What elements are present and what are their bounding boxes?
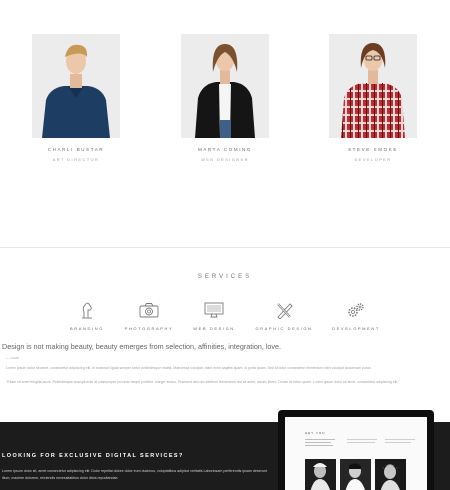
team-member-photo — [181, 34, 269, 138]
screen-text-line — [305, 445, 333, 446]
laptop-screen-title: HEY YOU — [305, 431, 326, 435]
horse-head-icon — [82, 302, 92, 319]
pencil-ruler-icon — [277, 303, 293, 319]
laptop-mockup: HEY YOU — [278, 410, 434, 490]
team-member-card[interactable]: STEVE SMOKE DEVELOPER — [329, 34, 417, 162]
screen-text-line — [347, 442, 375, 443]
team-member-card[interactable]: MARTA COMING WEB DESIGNER — [181, 34, 269, 162]
service-label: WEB DESIGN — [193, 326, 235, 331]
gears-icon — [348, 303, 364, 317]
screen-text-line — [347, 439, 377, 440]
cta-title: LOOKING FOR EXCLUSIVE DIGITAL SERVICES? — [2, 453, 184, 459]
screen-thumbnail — [305, 459, 336, 490]
team-member-role: DEVELOPER — [354, 157, 392, 162]
service-label: GRAPHIC DESIGN — [255, 326, 313, 331]
about-small-label: — Louis — [6, 356, 19, 360]
team-section: CHARLI BUSTAR ART DIRECTOR MARTA COMING … — [0, 0, 450, 248]
service-web-design[interactable]: WEB DESIGN — [176, 301, 252, 331]
about-paragraph: Lorem ipsum dolor sit amet, consectetur … — [6, 366, 372, 370]
team-member-name: MARTA COMING — [197, 147, 253, 152]
screen-text-line — [385, 442, 411, 443]
team-member-photo — [32, 34, 120, 138]
service-development[interactable]: DEVELOPMENT — [318, 301, 394, 331]
screen-thumbnail — [375, 459, 406, 490]
service-graphic-design[interactable]: GRAPHIC DESIGN — [246, 301, 322, 331]
service-label: DEVELOPMENT — [332, 326, 380, 331]
team-member-role: WEB DESIGNER — [201, 157, 249, 162]
section-divider — [0, 247, 450, 248]
screen-text-line — [305, 439, 335, 440]
team-member-name: STEVE SMOKE — [348, 147, 398, 152]
team-member-role: ART DIRECTOR — [52, 157, 100, 162]
about-quote-paragraph: "Etiam sit amet fringilla lacus. Pellent… — [6, 380, 400, 384]
team-member-card[interactable]: CHARLI BUSTAR ART DIRECTOR — [32, 34, 120, 162]
screen-text-line — [305, 442, 331, 443]
cta-text: Lorem ipsum dolor sit, amet consectetur … — [2, 469, 267, 480]
services-title: SERVICES — [197, 274, 253, 280]
screen-thumbnail — [340, 459, 371, 490]
laptop-screen: HEY YOU — [285, 417, 427, 490]
about-tagline: Design is not making beauty, beauty emer… — [2, 342, 281, 351]
team-member-photo — [329, 34, 417, 138]
team-member-name: CHARLI BUSTAR — [47, 147, 105, 152]
monitor-icon — [204, 302, 224, 318]
camera-icon — [139, 303, 159, 318]
screen-text-line — [385, 439, 415, 440]
